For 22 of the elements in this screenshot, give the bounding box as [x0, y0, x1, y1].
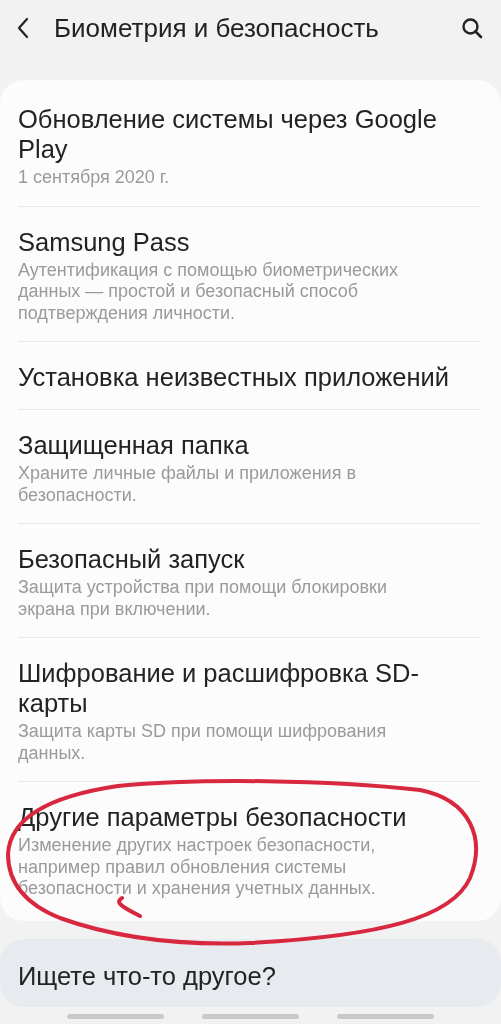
- settings-item[interactable]: Samsung Pass Аутентификация с помощью биометрических данных — простой и безопасный способ подтверждения личности.: [18, 205, 480, 341]
- item-title: Защищенная папка: [18, 430, 250, 460]
- item-description: Защита устройства при помощи блокировки экрана при включении.: [18, 577, 389, 620]
- item-title: Безопасный запуск: [18, 544, 246, 574]
- settings-item[interactable]: Безопасный запуск Защита устройства при помощи блокировки экрана при включении.: [18, 523, 480, 637]
- back-icon: [16, 17, 30, 39]
- item-description: Изменение других настроек безопасности, например правил обновления системы безопасности и хранения учетных данных.: [18, 835, 377, 900]
- screen-title: Биометрия и безопасность: [54, 12, 380, 44]
- item-title: Установка неизвестных приложений: [18, 362, 451, 392]
- settings-item[interactable]: Обновление системы через Google Play 1 сентября 2020 г.: [18, 80, 480, 206]
- item-title: Обновление системы через Google Play: [18, 104, 438, 164]
- settings-item[interactable]: Установка неизвестных приложений: [18, 341, 480, 409]
- item-description: Защита карты SD при помощи шифрования данных.: [18, 721, 388, 764]
- item-title: Samsung Pass: [18, 226, 191, 257]
- suggestions-title: Ищете что-то другое?: [18, 960, 277, 991]
- settings-item[interactable]: Защищенная папка Храните личные файлы и приложения в безопасности.: [18, 409, 480, 523]
- search-icon: [461, 17, 483, 39]
- settings-item[interactable]: Шифрование и расшифровка SD-карты Защита карты SD при помощи шифрования данных.: [18, 637, 480, 781]
- item-description: Храните личные файлы и приложения в безопасности.: [18, 463, 357, 506]
- item-title: Шифрование и расшифровка SD-карты: [18, 658, 420, 718]
- item-description: Аутентификация с помощью биометрических данных — простой и безопасный способ подтверждения личности.: [18, 259, 399, 324]
- item-description: 1 сентября 2020 г.: [18, 167, 171, 189]
